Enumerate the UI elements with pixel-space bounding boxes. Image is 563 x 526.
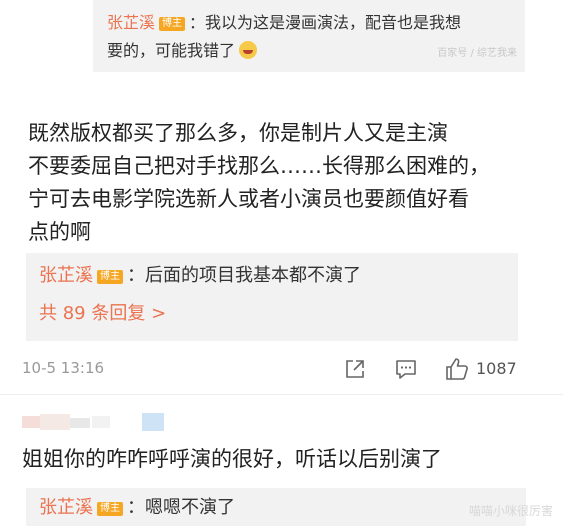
comment-line: 点的啊 (28, 220, 91, 244)
comment-line: 不要委屈自己把对手找那么……长得那么困难的， (28, 154, 490, 178)
view-all-replies-link[interactable]: 共 89 条回复 > (39, 301, 166, 327)
reply-text: ：嗯嗯不演了 (127, 497, 235, 518)
comment-line: 既然版权都买了那么多，你是制片人又是主演 (28, 121, 448, 145)
reply-text: ：后面的项目我基本都不演了 (127, 265, 361, 286)
watermark: 百家号 / 综艺我来 (437, 48, 517, 59)
author-badge: 博主 (97, 270, 123, 284)
reply-author-name[interactable]: 张芷溪 (39, 265, 93, 286)
comment-line: 宁可去电影学院选新人或者小演员也要颜值好看 (28, 187, 469, 211)
reply-box-mid: 张芷溪 博主 ：后面的项目我基本都不演了 共 89 条回复 > (26, 253, 518, 341)
reply-row: 张芷溪 博主 ：后面的项目我基本都不演了 (39, 263, 361, 289)
reply-box-top: 张芷溪 博主 ：我以为这是漫画演法，配音也是我想 要的，可能我错了 百家号 / 综艺… (93, 0, 525, 72)
comment-icon[interactable] (394, 357, 418, 381)
reply-row: 张芷溪 博主 ：嗯嗯不演了 (39, 496, 235, 520)
reply-text: ：我以为这是漫画演法，配音也是我想 (189, 13, 462, 32)
blurred-username (22, 410, 172, 434)
like-icon[interactable] (444, 356, 468, 380)
reply-line-2: 要的，可能我错了 (107, 39, 258, 63)
reply-author-name[interactable]: 张芷溪 (107, 13, 155, 32)
reply-author-name[interactable]: 张芷溪 (39, 497, 93, 518)
divider (0, 394, 563, 395)
author-badge: 博主 (97, 502, 123, 516)
reply-box-bottom: 张芷溪 博主 ：嗯嗯不演了 (26, 488, 526, 526)
comment-body: 既然版权都买了那么多，你是制片人又是主演 不要委屈自己把对手找那么……长得那么困… (28, 117, 538, 249)
comment-timestamp: 10-5 13:16 (22, 359, 105, 377)
reply-text-continued: 要的，可能我错了 (107, 41, 236, 60)
author-badge: 博主 (159, 17, 186, 31)
laughing-emoji-icon (239, 41, 258, 59)
comment-body: 姐姐你的咋咋呼呼演的很好，听话以后别演了 (22, 447, 442, 471)
like-count: 1087 (476, 359, 517, 378)
reply-line-1: 张芷溪 博主 ：我以为这是漫画演法，配音也是我想 (107, 11, 461, 35)
watermark: 喵喵小咪很厉害 (468, 504, 553, 518)
share-icon[interactable] (343, 357, 367, 381)
